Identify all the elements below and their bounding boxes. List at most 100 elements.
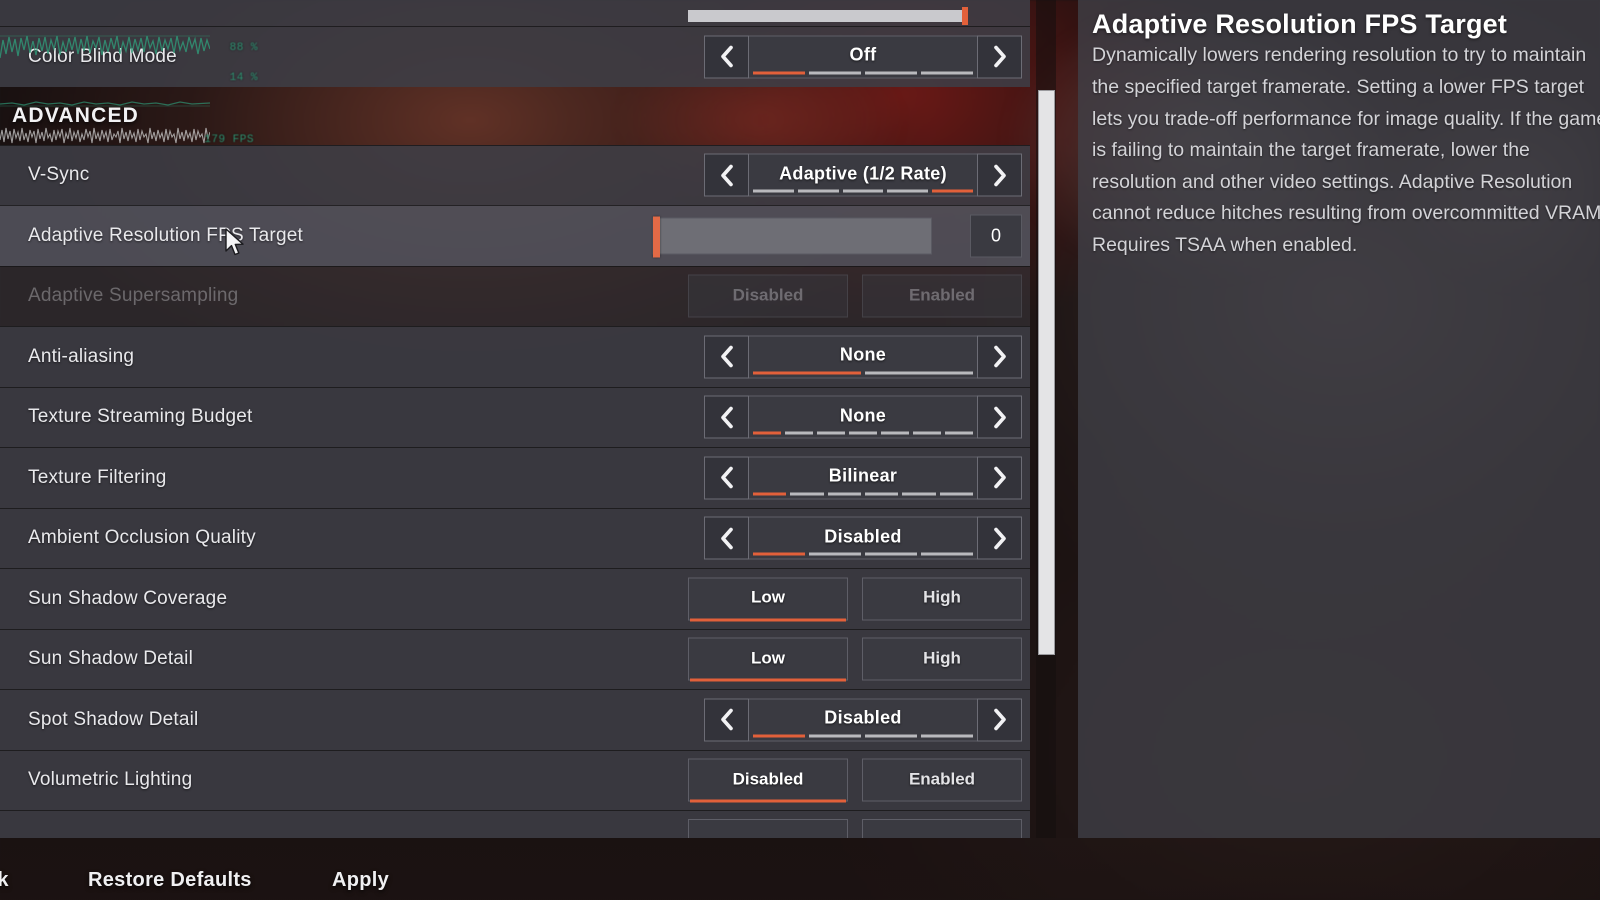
setting-label: Texture Filtering xyxy=(28,466,167,488)
chevron-left-icon[interactable] xyxy=(704,335,749,379)
toggle-pair: Disabled Enabled xyxy=(688,274,1022,318)
toggle-pair[interactable]: Low High xyxy=(688,577,1022,622)
toggle-option-first[interactable] xyxy=(688,819,848,838)
toggle-label: Enabled xyxy=(908,285,976,305)
spinner-value-box[interactable]: Disabled xyxy=(749,698,977,742)
segment-indicator xyxy=(753,552,973,556)
spinner-control[interactable]: None xyxy=(704,395,1022,439)
setting-row-spot-shadow-detail[interactable]: Spot Shadow Detail Disabled xyxy=(0,689,1030,750)
spinner-value-box[interactable]: None xyxy=(749,335,977,379)
toggle-option-low[interactable]: Low xyxy=(688,577,848,622)
setting-row-v-sync[interactable]: V-Sync Adaptive (1/2 Rate) xyxy=(0,144,1030,205)
section-title: ADVANCED xyxy=(12,103,140,127)
setting-label: Adaptive Resolution FPS Target xyxy=(28,224,303,246)
toggle-control: Disabled Enabled xyxy=(688,274,1022,318)
setting-label: Anti-aliasing xyxy=(28,345,135,367)
spinner-value-box[interactable]: Bilinear xyxy=(749,456,977,500)
setting-row-ambient-occlusion-quality[interactable]: Ambient Occlusion Quality Disabled xyxy=(0,507,1030,568)
chevron-left-icon[interactable] xyxy=(704,395,749,439)
chevron-right-icon[interactable] xyxy=(977,35,1022,79)
setting-row-sun-shadow-coverage[interactable]: Sun Shadow Coverage Low High xyxy=(0,568,1030,629)
spinner-value-box[interactable]: Off xyxy=(749,35,977,79)
setting-row-texture-filtering[interactable]: Texture Filtering Bilinear xyxy=(0,447,1030,508)
partial-slider-track[interactable] xyxy=(688,7,968,25)
spinner-control[interactable]: Disabled xyxy=(704,516,1022,560)
slider-control[interactable]: 0 xyxy=(648,214,1022,258)
spinner-value: Bilinear xyxy=(828,465,898,486)
chevron-left-icon[interactable] xyxy=(704,35,749,79)
chevron-left-icon[interactable] xyxy=(704,516,749,560)
spinner-value: Adaptive (1/2 Rate) xyxy=(779,163,947,184)
setting-label: Ambient Occlusion Quality xyxy=(28,527,256,549)
setting-label: Adaptive Supersampling xyxy=(28,285,239,307)
toggle-label: Disabled xyxy=(732,769,804,789)
apply-button[interactable]: Apply xyxy=(332,869,389,892)
toggle-label: Low xyxy=(751,648,785,668)
toggle-control[interactable]: Low High xyxy=(688,637,1022,682)
partial-slider-row[interactable] xyxy=(0,0,1030,26)
spinner-value-box[interactable]: Disabled xyxy=(749,516,977,560)
video-settings-list[interactable]: Color Blind Mode Off ADVANCED V-Sync Ada… xyxy=(0,0,1030,838)
game-settings-screen: 88 % 14 % 179 FPS Color Blind Mode Off A… xyxy=(0,0,1600,900)
back-button[interactable]: ck xyxy=(0,869,9,892)
spinner-value: Off xyxy=(849,44,877,65)
toggle-pair[interactable] xyxy=(688,819,1022,838)
chevron-right-icon[interactable] xyxy=(977,698,1022,742)
toggle-control[interactable]: Low High xyxy=(688,577,1022,622)
toggle-option-enabled[interactable]: Enabled xyxy=(862,758,1022,802)
description-body: Dynamically lowers rendering resolution … xyxy=(1092,44,1600,256)
slider-value: 0 xyxy=(990,225,1001,246)
segment-indicator xyxy=(753,189,973,193)
spinner-control[interactable]: None xyxy=(704,335,1022,379)
toggle-option-disabled[interactable]: Disabled xyxy=(688,758,848,803)
toggle-label: Low xyxy=(751,587,785,607)
chevron-left-icon[interactable] xyxy=(704,698,749,742)
setting-label: Spot Shadow Detail xyxy=(28,708,199,730)
slider-value-box: 0 xyxy=(970,214,1022,258)
segment-indicator xyxy=(753,734,973,738)
segment-indicator xyxy=(753,431,973,435)
chevron-left-icon[interactable] xyxy=(704,153,749,197)
slider-handle[interactable] xyxy=(653,216,660,258)
slider-wrap[interactable] xyxy=(648,214,966,258)
slider-track[interactable] xyxy=(652,216,932,258)
toggle-control[interactable]: Disabled Enabled xyxy=(688,758,1022,803)
segment-indicator xyxy=(753,492,973,496)
restore-defaults-button[interactable]: Restore Defaults xyxy=(88,869,252,892)
spinner-control[interactable]: Bilinear xyxy=(704,456,1022,500)
setting-row-adaptive-supersampling: Adaptive Supersampling Disabled Enabled xyxy=(0,265,1030,326)
spinner-value: Disabled xyxy=(824,707,902,728)
toggle-label: High xyxy=(923,648,961,668)
section-header-advanced: ADVANCED xyxy=(0,87,1030,145)
chevron-right-icon[interactable] xyxy=(977,153,1022,197)
setting-row-adaptive-resolution-fps-target[interactable]: Adaptive Resolution FPS Target 0 xyxy=(0,205,1030,266)
spinner-control[interactable]: Off xyxy=(704,35,1022,79)
toggle-option-second[interactable] xyxy=(862,819,1022,838)
setting-row-texture-streaming-budget[interactable]: Texture Streaming Budget None xyxy=(0,386,1030,447)
chevron-left-icon[interactable] xyxy=(704,456,749,500)
setting-label: Sun Shadow Detail xyxy=(28,648,194,670)
setting-row-sun-shadow-detail[interactable]: Sun Shadow Detail Low High xyxy=(0,628,1030,689)
toggle-option-enabled: Enabled xyxy=(862,274,1022,318)
setting-label: Color Blind Mode xyxy=(28,45,177,67)
toggle-option-low[interactable]: Low xyxy=(688,637,848,682)
toggle-option-high[interactable]: High xyxy=(862,637,1022,681)
toggle-pair[interactable]: Disabled Enabled xyxy=(688,758,1022,803)
chevron-right-icon[interactable] xyxy=(977,456,1022,500)
partial-toggle-row[interactable] xyxy=(0,810,1030,838)
spinner-value-box[interactable]: Adaptive (1/2 Rate) xyxy=(749,153,977,197)
toggle-option-high[interactable]: High xyxy=(862,577,1022,621)
setting-row-anti-aliasing[interactable]: Anti-aliasing None xyxy=(0,326,1030,387)
chevron-right-icon[interactable] xyxy=(977,516,1022,560)
chevron-right-icon[interactable] xyxy=(977,335,1022,379)
scrollbar-thumb[interactable] xyxy=(1038,90,1055,655)
setting-row-color-blind-mode[interactable]: Color Blind Mode Off xyxy=(0,26,1030,87)
toggle-pair[interactable]: Low High xyxy=(688,637,1022,682)
spinner-value-box[interactable]: None xyxy=(749,395,977,439)
spinner-control[interactable]: Adaptive (1/2 Rate) xyxy=(704,153,1022,197)
chevron-right-icon[interactable] xyxy=(977,395,1022,439)
setting-row-volumetric-lighting[interactable]: Volumetric Lighting Disabled Enabled xyxy=(0,749,1030,810)
spinner-control[interactable]: Disabled xyxy=(704,698,1022,742)
partial-slider-handle[interactable] xyxy=(962,7,968,25)
description-title: Adaptive Resolution FPS Target xyxy=(1092,9,1508,39)
